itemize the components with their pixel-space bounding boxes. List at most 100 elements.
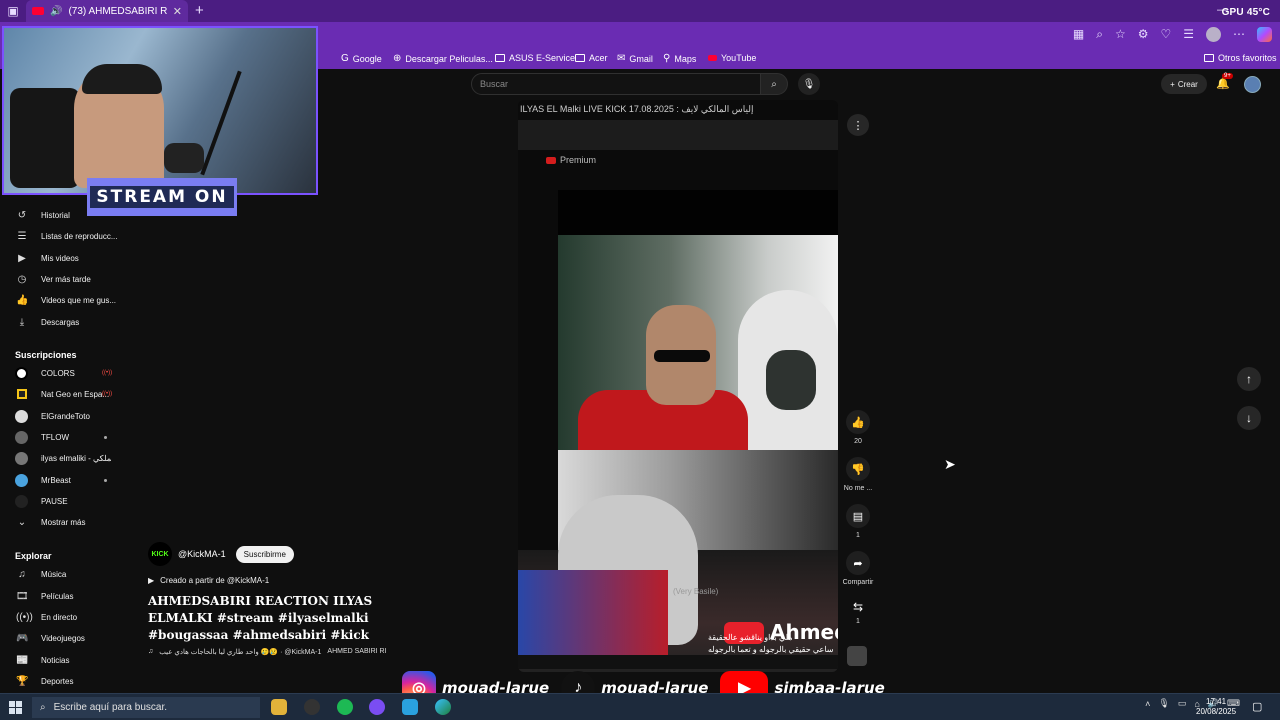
- windows-start-icon[interactable]: [9, 701, 22, 714]
- thumb-up-icon[interactable]: 👍: [846, 410, 870, 434]
- taskbar-search-input[interactable]: ⌕ Escribe aquí para buscar.: [32, 697, 260, 718]
- create-button[interactable]: + Crear: [1161, 74, 1207, 94]
- channel-avatar: [17, 389, 27, 399]
- stream-on-banner: STREAM ON: [87, 178, 237, 216]
- share-action[interactable]: ➦ Compartir: [840, 551, 876, 586]
- thumb-down-icon[interactable]: 👎: [846, 457, 870, 481]
- taskbar-clock[interactable]: 17:41 20/08/2025: [1196, 697, 1236, 717]
- embedded-browser-bar: [518, 120, 838, 150]
- bookmark-gmail[interactable]: ✉ Gmail: [617, 53, 653, 64]
- bookmark-asus[interactable]: ASUS E-Service: [495, 53, 575, 63]
- search-input[interactable]: Buscar: [471, 73, 761, 95]
- channel-handle[interactable]: @KickMA-1: [178, 549, 226, 559]
- discord-icon[interactable]: [369, 699, 385, 715]
- share-icon[interactable]: ➦: [846, 551, 870, 575]
- subscription-colors[interactable]: COLORS ((•)): [0, 364, 125, 382]
- channel-avatar: [15, 409, 28, 423]
- subscription-natgeo[interactable]: Nat Geo en Espa... ((•)): [0, 385, 125, 403]
- profile-avatar[interactable]: [1206, 27, 1221, 42]
- collections-icon[interactable]: ☰: [1183, 27, 1194, 42]
- music-icon: ♫: [18, 568, 26, 580]
- bookmark-peliculas[interactable]: ⊕ Descargar Peliculas...: [393, 53, 493, 64]
- file-explorer-icon[interactable]: [271, 699, 287, 715]
- explore-item-movies[interactable]: 🎞 Películas: [0, 587, 125, 605]
- plus-icon: +: [1170, 79, 1175, 89]
- created-from-link[interactable]: ▶ Creado a partir de @KickMA-1: [148, 576, 508, 585]
- short-info: KICK @KickMA-1 Suscribirme ▶ Creado a par…: [148, 542, 508, 656]
- subscribe-button[interactable]: Suscribirme: [235, 545, 294, 563]
- browser-tab[interactable]: 🔊 (73) AHMEDSABIRI REACTIO ✕: [26, 0, 188, 22]
- subscription-ilyas-elmaliki[interactable]: ilyas elmaliki - الملكي...: [0, 449, 125, 467]
- explore-item-live[interactable]: ((•)) En directo: [0, 608, 125, 626]
- explore-item-music[interactable]: ♫ Música: [0, 565, 125, 583]
- microphone-icon[interactable]: 🎙: [798, 73, 820, 95]
- extensions-icon[interactable]: ⚙: [1138, 27, 1149, 42]
- window-menu-icon[interactable]: ▣: [0, 0, 26, 22]
- bookmark-youtube[interactable]: YouTube: [708, 53, 756, 63]
- speaker-icon[interactable]: 🔊: [50, 6, 62, 17]
- obs-icon[interactable]: [304, 699, 320, 715]
- sidebar-item-downloads[interactable]: ⤓ Descargas: [0, 313, 125, 331]
- bookmark-other-favorites[interactable]: Otros favoritos: [1204, 53, 1277, 63]
- explore-item-news[interactable]: 📰 Noticias: [0, 651, 125, 669]
- sidebar-item-liked[interactable]: 👍 Videos que me gus...: [0, 291, 125, 309]
- subscription-pause[interactable]: PAUSE: [0, 492, 125, 510]
- copilot-icon[interactable]: [1257, 27, 1272, 42]
- trophy-icon: 🏆: [16, 675, 29, 687]
- bookmark-maps[interactable]: ⚲ Maps: [663, 53, 696, 64]
- history-icon: ↺: [17, 209, 27, 221]
- sound-thumbnail[interactable]: [847, 646, 867, 666]
- previous-short-arrow-up-icon[interactable]: ↑: [1237, 367, 1261, 391]
- subscription-label: ElGrandeToto: [41, 411, 90, 421]
- remix-icon[interactable]: ⇆: [840, 600, 876, 614]
- split-screen-icon[interactable]: ▦: [1073, 27, 1084, 42]
- close-tab-icon[interactable]: ✕: [173, 5, 182, 18]
- next-short-arrow-down-icon[interactable]: ↓: [1237, 406, 1261, 430]
- browser-essentials-icon[interactable]: ♡: [1160, 27, 1171, 42]
- explore-item-sports[interactable]: 🏆 Deportes: [0, 672, 125, 690]
- bookmark-label: Descargar Peliculas...: [405, 53, 493, 64]
- bookmark-acer[interactable]: Acer: [575, 53, 608, 63]
- subscription-tflow[interactable]: TFLOW: [0, 428, 125, 446]
- notification-center-icon[interactable]: ▢: [1252, 700, 1262, 713]
- dislike-action[interactable]: 👎 No me ...: [840, 457, 876, 492]
- maps-pin-icon: ⚲: [663, 53, 671, 64]
- tray-chevron-up-icon[interactable]: ˄: [1145, 699, 1150, 709]
- sidebar-item-my-videos[interactable]: ▶ Mis videos: [0, 249, 125, 267]
- app-icon[interactable]: [402, 699, 418, 715]
- show-more-button[interactable]: ⌄ Mostrar más: [0, 513, 125, 531]
- microphone-tray-icon[interactable]: 🎙: [1158, 698, 1169, 709]
- playlist-icon: ☰: [17, 230, 27, 242]
- edge-icon[interactable]: [435, 699, 451, 715]
- mic-arm: [200, 70, 242, 176]
- music-row[interactable]: ♫ واحد طاري ليا بالحاجات هادي عيب 🥲😢 · @K…: [148, 648, 508, 656]
- account-avatar[interactable]: [1244, 76, 1261, 93]
- comments-action[interactable]: ▤ 1: [840, 504, 876, 539]
- more-menu-icon[interactable]: ⋯: [1233, 27, 1245, 42]
- new-content-dot: [104, 435, 107, 439]
- tab-title: (73) AHMEDSABIRI REACTIO: [68, 5, 167, 17]
- like-action[interactable]: 👍 20: [840, 410, 876, 445]
- create-label: Crear: [1177, 79, 1198, 89]
- more-options-icon[interactable]: ⋮: [847, 114, 869, 136]
- comment-icon[interactable]: ▤: [846, 504, 870, 528]
- bookmark-google[interactable]: G Google: [341, 53, 382, 64]
- favorite-star-icon[interactable]: ☆: [1115, 27, 1126, 42]
- explore-item-gaming[interactable]: 🎮 Videojuegos: [0, 629, 125, 647]
- remix-action[interactable]: ⇆ 1: [840, 600, 876, 625]
- explore-label: En directo: [41, 612, 78, 622]
- zoom-icon[interactable]: ⌕: [1096, 27, 1103, 42]
- share-label: Compartir: [842, 579, 874, 586]
- shorts-video-player[interactable]: ILYAS EL Malki LIVE KICK 17.08.2025 : إل…: [518, 100, 838, 672]
- jersey: [518, 570, 668, 660]
- search-icon[interactable]: ⌕: [760, 73, 788, 95]
- subscription-mrbeast[interactable]: MrBeast: [0, 471, 125, 489]
- channel-avatar[interactable]: KICK: [148, 542, 172, 566]
- sidebar-item-playlists[interactable]: ☰ Listas de reproducc...: [0, 227, 125, 245]
- new-tab-icon[interactable]: +: [195, 2, 204, 19]
- sidebar: ↺ Historial ☰ Listas de reproducc... ▶ Mis …: [0, 204, 125, 692]
- meet-now-icon[interactable]: ▭: [1178, 698, 1187, 709]
- subscription-elgrandetoto[interactable]: ElGrandeToto: [0, 407, 125, 425]
- sidebar-item-watch-later[interactable]: ◷ Ver más tarde: [0, 270, 125, 288]
- spotify-icon[interactable]: [337, 699, 353, 715]
